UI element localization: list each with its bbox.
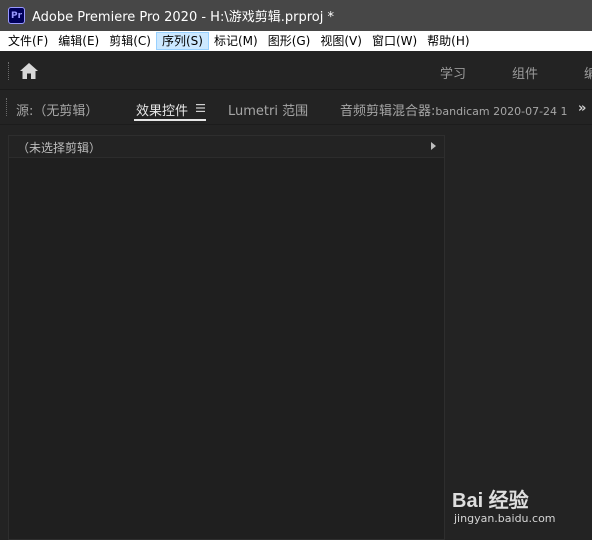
- menu-edit[interactable]: 编辑(E): [53, 32, 104, 50]
- active-tab-indicator: [134, 119, 206, 121]
- triangle-right-icon[interactable]: [431, 142, 436, 150]
- tab-source[interactable]: 源:（无剪辑）: [16, 100, 98, 119]
- menu-graphics[interactable]: 图形(G): [263, 32, 316, 50]
- audio-mixer-clip-name: bandicam 2020-07-24 1: [435, 105, 568, 118]
- menu-sequence[interactable]: 序列(S): [155, 32, 209, 50]
- effect-controls-panel: （未选择剪辑）: [8, 135, 445, 540]
- panel-tab-bar: 源:（无剪辑） 效果控件 Lumetri 范围 音频剪辑混合器:bandicam…: [0, 92, 592, 124]
- menu-help[interactable]: 帮助(H): [422, 32, 474, 50]
- tab-audio-clip-mixer[interactable]: 音频剪辑混合器:bandicam 2020-07-24 1: [340, 100, 568, 119]
- menu-file[interactable]: 文件(F): [3, 32, 53, 50]
- menu-window[interactable]: 窗口(W): [367, 32, 422, 50]
- divider: [0, 124, 592, 125]
- baidu-jingyan-watermark: Bai 经验 jingyan.baidu.com: [452, 484, 582, 530]
- menu-view[interactable]: 视图(V): [315, 32, 367, 50]
- premiere-app-icon[interactable]: Pr: [8, 7, 25, 24]
- audio-mixer-label: 音频剪辑混合器:: [340, 104, 436, 119]
- workspace-tab-editing[interactable]: 编: [584, 63, 592, 82]
- effect-controls-header: （未选择剪辑）: [9, 136, 444, 158]
- effect-controls-timeline[interactable]: [447, 135, 592, 540]
- home-icon[interactable]: [19, 62, 39, 80]
- tab-lumetri-scopes[interactable]: Lumetri 范围: [228, 100, 308, 119]
- watermark-logo: Bai 经验: [452, 490, 529, 512]
- tab-effect-controls[interactable]: 效果控件: [136, 100, 188, 119]
- grip-handle-icon[interactable]: [6, 98, 8, 116]
- window-title: Adobe Premiere Pro 2020 - H:\游戏剪辑.prproj…: [32, 10, 334, 25]
- watermark-url: jingyan.baidu.com: [454, 512, 556, 525]
- workspace-bar: 学习 组件 编: [0, 51, 592, 90]
- menu-bar: 文件(F) 编辑(E) 剪辑(C) 序列(S) 标记(M) 图形(G) 视图(V…: [0, 31, 592, 51]
- menu-markers[interactable]: 标记(M): [209, 32, 263, 50]
- workspace-tab-learning[interactable]: 学习: [440, 63, 466, 82]
- double-chevron-right-icon[interactable]: »: [578, 101, 586, 116]
- panel-menu-icon[interactable]: [196, 104, 205, 112]
- grip-handle-icon[interactable]: [8, 62, 10, 80]
- menu-clip[interactable]: 剪辑(C): [104, 32, 156, 50]
- workspace-tab-assembly[interactable]: 组件: [512, 63, 538, 82]
- title-bar: Pr Adobe Premiere Pro 2020 - H:\游戏剪辑.prp…: [0, 0, 592, 31]
- no-clip-selected-label: （未选择剪辑）: [17, 141, 102, 155]
